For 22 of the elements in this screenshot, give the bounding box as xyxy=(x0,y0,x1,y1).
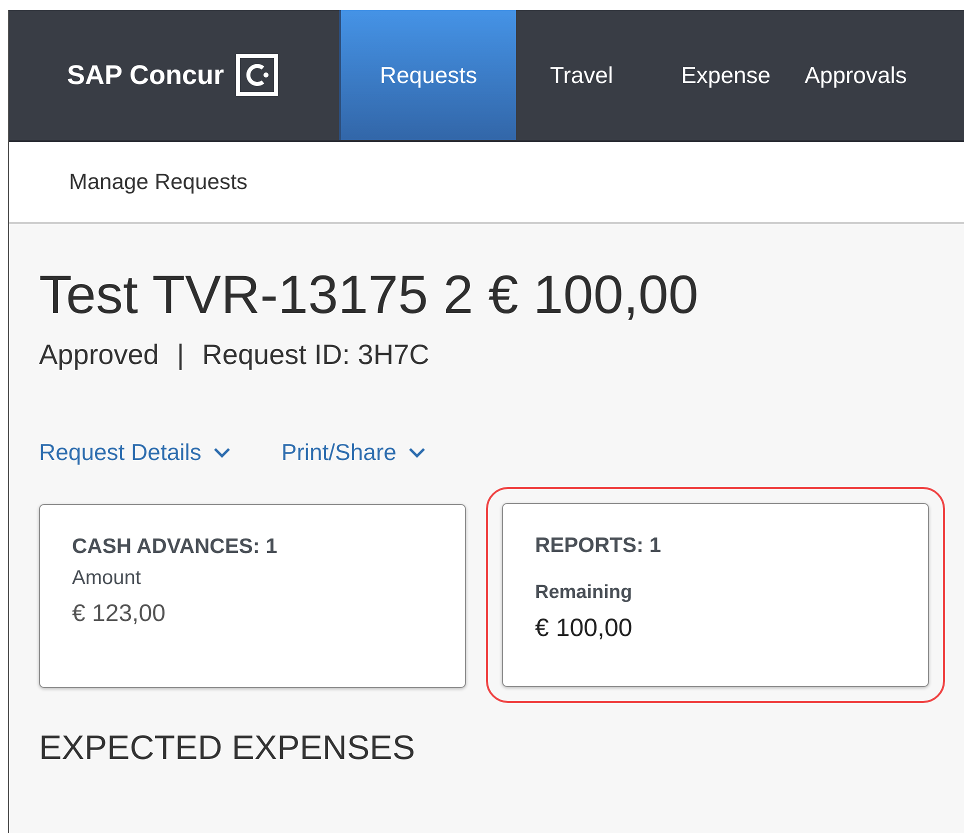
card-label: Amount xyxy=(72,567,142,590)
chevron-down-icon xyxy=(213,447,232,458)
request-id: Request ID: 3H7C xyxy=(202,339,430,372)
request-title: Test TVR-13175 2 € 100,00 xyxy=(39,266,700,326)
card-label: Remaining xyxy=(535,582,634,604)
card-title: REPORTS: 1 xyxy=(535,534,662,558)
nav-tab[interactable]: Requests xyxy=(339,10,516,140)
brand-name: SAP Concur xyxy=(67,60,224,90)
dropdown-link[interactable]: Request Details xyxy=(39,439,232,466)
logo-icon xyxy=(236,54,278,96)
nav-tab[interactable]: Approvals xyxy=(804,10,907,140)
nav-tab[interactable]: Travel xyxy=(516,10,648,140)
section-title: EXPECTED EXPENSES xyxy=(39,729,416,768)
dropdown-link[interactable]: Print/Share xyxy=(281,439,426,466)
chevron-down-icon xyxy=(408,447,426,458)
nav-tab[interactable]: Expense xyxy=(647,10,805,140)
status-text: Approved xyxy=(39,339,159,372)
separator-text: | xyxy=(176,339,184,372)
subnav-link[interactable]: Manage Requests xyxy=(69,169,248,195)
card-title: CASH ADVANCES: 1 xyxy=(72,535,278,560)
card-value: € 123,00 xyxy=(72,600,166,628)
card-value: € 100,00 xyxy=(535,614,634,644)
